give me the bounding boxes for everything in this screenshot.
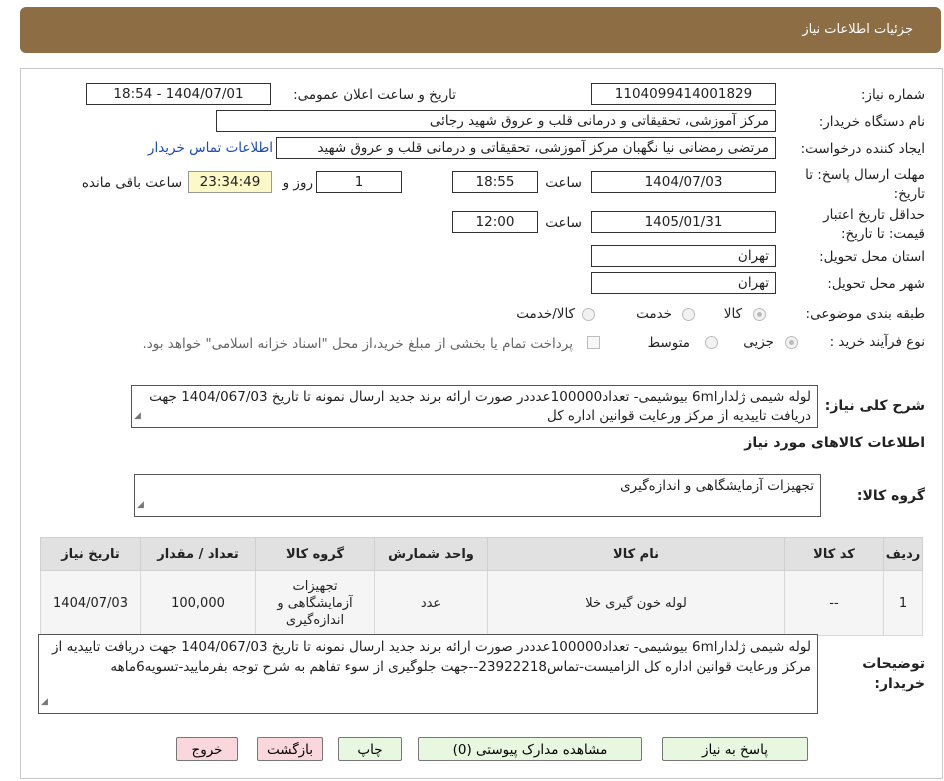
buyer-notes-textarea: لوله شیمی ژلدار6ml بیوشیمی- تعداد100000ع… — [38, 634, 818, 714]
deadline-time-label: ساعت — [545, 175, 582, 191]
page-header: جزئيات اطلاعات نياز — [20, 7, 941, 53]
resize-grip-icon[interactable]: ◢ — [137, 496, 144, 515]
deadline-days-field: 1 — [316, 171, 402, 193]
col-group: گروه کالا — [255, 537, 375, 571]
page-title: جزئيات اطلاعات نياز — [802, 22, 913, 37]
back-button[interactable]: بازگشت — [257, 737, 323, 761]
need-number-field: 1104099414001829 — [591, 83, 776, 105]
requester-label: ایجاد کننده درخواست: — [800, 141, 925, 157]
category-radio-goods[interactable] — [753, 308, 766, 321]
category-radio-service[interactable] — [682, 308, 695, 321]
description-textarea: لوله شیمی ژلدار6ml بیوشیمی- تعداد100000ع… — [131, 385, 818, 428]
table-header-row: ردیف کد کالا نام کالا واحد شمارش گروه کا… — [40, 537, 923, 571]
process-label: نوع فرآیند خرید : — [829, 334, 925, 350]
col-code: کد کالا — [784, 537, 884, 571]
col-qty: تعداد / مقدار — [140, 537, 256, 571]
buyer-notes-label-line2: خریدار: — [874, 676, 925, 692]
col-row: ردیف — [883, 537, 923, 571]
goods-group-textarea: تجهیزات آزمایشگاهی و اندازه‌گیری ◢ — [134, 474, 821, 517]
cell-date: 1404/07/03 — [40, 570, 141, 636]
goods-group-label: گروه کالا: — [856, 488, 925, 504]
remaining-time-field: 23:34:49 — [188, 171, 272, 193]
validity-date-field: 1405/01/31 — [591, 211, 776, 233]
cell-row: 1 — [883, 570, 923, 636]
province-field: تهران — [591, 245, 776, 267]
description-text: لوله شیمی ژلدار6ml بیوشیمی- تعداد100000ع… — [149, 389, 811, 424]
deadline-date-field: 1404/07/03 — [591, 171, 776, 193]
validity-time-label: ساعت — [545, 215, 582, 231]
validity-label-line2: قیمت: تا تاریخ: — [841, 226, 925, 242]
process-option-medium: متوسط — [647, 335, 690, 351]
category-radio-goods-service[interactable] — [582, 308, 595, 321]
category-option-service: خدمت — [636, 306, 672, 322]
cell-qty: 100,000 — [140, 570, 256, 636]
province-label: استان محل تحویل: — [819, 249, 925, 265]
city-field: تهران — [591, 272, 776, 294]
resize-grip-icon[interactable]: ◢ — [134, 407, 141, 426]
cell-group: تجهیزات آزمایشگاهی و اندازه‌گیری — [255, 570, 375, 636]
requester-field: مرتضی رمضانی نیا نگهبان مرکز آموزشی، تحق… — [276, 137, 776, 159]
exit-button[interactable]: خروج — [176, 737, 238, 761]
buyer-notes-text: لوله شیمی ژلدار6ml بیوشیمی- تعداد100000ع… — [52, 639, 811, 675]
deadline-days-label: روز و — [282, 175, 313, 191]
announce-datetime-label: تاریخ و ساعت اعلان عمومی: — [293, 87, 456, 103]
remaining-time-label: ساعت باقی مانده — [81, 175, 182, 191]
view-attachments-button[interactable]: مشاهده مدارک پیوستی (0) — [418, 737, 642, 761]
deadline-time-field: 18:55 — [452, 171, 538, 193]
col-unit: واحد شمارش — [374, 537, 488, 571]
category-label: طبقه بندی موضوعی: — [805, 306, 925, 322]
need-number-label: شماره نیاز: — [860, 87, 925, 103]
process-radio-medium[interactable] — [705, 336, 718, 349]
process-radio-minor[interactable] — [785, 336, 798, 349]
buyer-org-label: نام دستگاه خریدار: — [818, 114, 925, 130]
col-name: نام کالا — [487, 537, 785, 571]
deadline-label-line2: تاریخ: — [893, 186, 925, 202]
process-option-minor: جزیی — [743, 334, 774, 350]
goods-table: ردیف کد کالا نام کالا واحد شمارش گروه کا… — [40, 537, 923, 636]
deadline-label-line1: مهلت ارسال پاسخ: تا — [805, 167, 925, 183]
buyer-contact-link[interactable]: اطلاعات تماس خریدار — [148, 140, 273, 156]
city-label: شهر محل تحویل: — [827, 276, 925, 292]
cell-unit: عدد — [374, 570, 488, 636]
treasury-payment-checkbox[interactable] — [587, 336, 600, 349]
goods-section-title: اطلاعات کالاهای مورد نیاز — [744, 435, 925, 451]
validity-label-line1: حداقل تاریخ اعتبار — [823, 207, 925, 223]
category-option-goods: کالا — [723, 306, 742, 322]
goods-group-value: تجهیزات آزمایشگاهی و اندازه‌گیری — [620, 478, 814, 494]
cell-code: -- — [784, 570, 884, 636]
reply-button[interactable]: پاسخ به نیاز — [662, 737, 808, 761]
cell-name: لوله خون گیری خلا — [487, 570, 785, 636]
category-option-goods-service: کالا/خدمت — [516, 306, 575, 322]
table-row: 1 -- لوله خون گیری خلا عدد تجهیزات آزمای… — [40, 570, 923, 636]
announce-datetime-field: 1404/07/01 - 18:54 — [86, 83, 271, 105]
buyer-org-field: مرکز آموزشی، تحقیقاتی و درمانی قلب و عرو… — [216, 110, 776, 132]
print-button[interactable]: چاپ — [338, 737, 402, 761]
description-label: شرح کلی نیاز: — [824, 398, 925, 414]
col-date: تاریخ نیاز — [40, 537, 141, 571]
resize-grip-icon[interactable]: ◢ — [41, 692, 48, 712]
buyer-notes-label-line1: توضیحات — [862, 656, 925, 672]
validity-time-field: 12:00 — [452, 211, 538, 233]
treasury-payment-note: پرداخت تمام یا بخشی از مبلغ خرید،از محل … — [142, 336, 573, 352]
